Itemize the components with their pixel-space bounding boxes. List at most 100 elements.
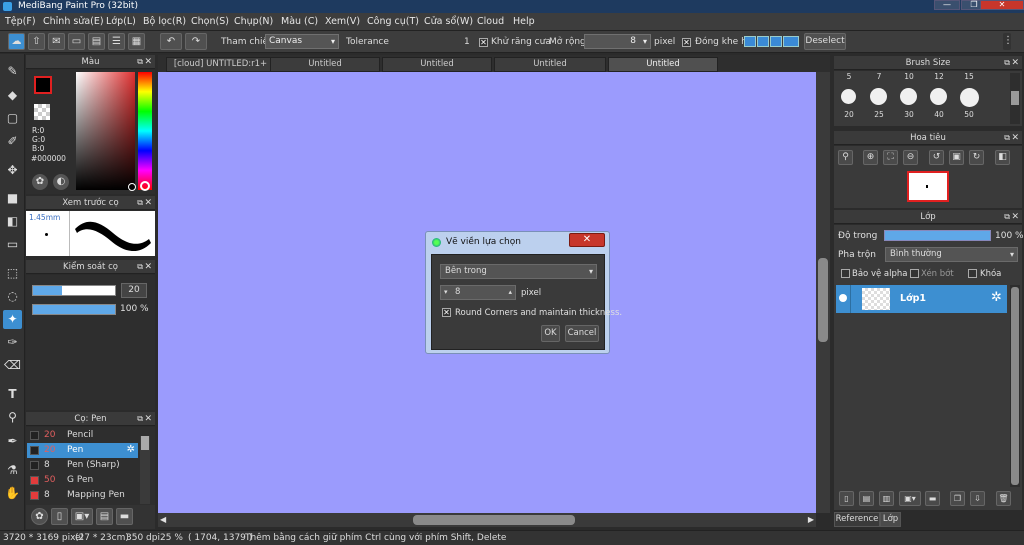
close-gap-checkbox[interactable]: ✕	[682, 38, 691, 47]
transparent-color-swatch[interactable]	[34, 104, 50, 120]
brush-item-mapping-pen[interactable]: 8 Mapping Pen	[27, 488, 138, 503]
zoom-out-icon[interactable]: ⊖	[903, 150, 918, 165]
dialog-close-button[interactable]: ✕	[569, 233, 605, 247]
select-rect-tool-icon[interactable]: ⬚	[3, 264, 22, 283]
new-layer-icon[interactable]: ▯	[839, 491, 854, 506]
text-tool-icon[interactable]: T	[3, 385, 22, 404]
menu-view[interactable]: Xem(V)	[325, 16, 360, 27]
add-brush-icon[interactable]: ▣▾	[71, 508, 93, 525]
border-position-select[interactable]: Bên trong ▾	[440, 264, 597, 279]
menu-filter[interactable]: Bộ lọc(R)	[143, 16, 186, 27]
gap-level-4[interactable]	[783, 36, 799, 47]
close-icon[interactable]: ✕	[144, 196, 152, 210]
select-pen-tool-icon[interactable]: ✑	[3, 333, 22, 352]
close-icon[interactable]: ✕	[144, 55, 152, 69]
brush-settings-icon[interactable]: ▤	[96, 508, 113, 525]
gear-icon[interactable]: ✲	[127, 444, 135, 455]
brush-size-preset[interactable]	[930, 88, 947, 105]
brush-size-slider[interactable]	[32, 285, 116, 296]
spin-down-icon[interactable]: ▾	[444, 286, 448, 299]
canvas-horizontal-scrollbar[interactable]: ◀ ▶	[158, 513, 816, 527]
new-brush-icon[interactable]: ▯	[51, 508, 68, 525]
layer-opacity-slider[interactable]	[884, 230, 991, 241]
hue-slider-knob[interactable]	[140, 181, 150, 191]
fill-rect-tool-icon[interactable]: ■	[3, 189, 22, 208]
tab-untitled-2[interactable]: Untitled	[382, 57, 492, 72]
eraser-tool-icon[interactable]: ◆	[3, 86, 22, 105]
palette-icon[interactable]: ✿	[32, 174, 48, 190]
shape-tool-icon[interactable]: ▢	[3, 109, 22, 128]
new-8bit-layer-icon[interactable]: ▥	[879, 491, 894, 506]
magic-wand-tool-icon[interactable]: ✦	[3, 310, 22, 329]
primary-color-swatch[interactable]	[34, 76, 52, 94]
tab-cloud-untitled[interactable]: [cloud] UNTITLED:r1+	[166, 57, 275, 72]
lock-checkbox[interactable]	[968, 269, 977, 278]
menu-edit[interactable]: Chỉnh sửa(E)	[43, 16, 104, 27]
vertical-scroll-thumb[interactable]	[818, 258, 828, 342]
menu-color[interactable]: Màu (C)	[281, 16, 318, 27]
brush-opacity-slider[interactable]	[32, 304, 116, 315]
new-halftone-layer-icon[interactable]: ▤	[859, 491, 874, 506]
gap-level-2[interactable]	[757, 36, 769, 47]
fit-icon[interactable]: ⛶	[883, 150, 898, 165]
menu-select[interactable]: Chọn(S)	[191, 16, 229, 27]
lasso-tool-icon[interactable]: ◌	[3, 287, 22, 306]
tab-untitled-1[interactable]: Untitled	[270, 57, 380, 72]
pin-icon[interactable]: ⧉	[137, 55, 143, 69]
select-eraser-tool-icon[interactable]: ⌫	[3, 356, 22, 375]
protect-alpha-checkbox[interactable]	[841, 269, 850, 278]
close-icon[interactable]: ✕	[1011, 210, 1019, 224]
merge-layer-icon[interactable]: ⇩	[970, 491, 985, 506]
menu-help[interactable]: Help	[513, 16, 535, 27]
color-settings-icon[interactable]: ◐	[53, 174, 69, 190]
spin-up-icon[interactable]: ▴	[508, 286, 512, 299]
brush-size-preset[interactable]	[841, 89, 856, 104]
brush-cloud-icon[interactable]: ✿	[31, 508, 48, 525]
duplicate-layer-icon[interactable]: ❐	[950, 491, 965, 506]
list-icon[interactable]: ☰	[108, 33, 125, 50]
ok-button[interactable]: OK	[541, 325, 560, 342]
trash-icon[interactable]: 🗑	[996, 491, 1011, 506]
deselect-button[interactable]: Deselect	[804, 33, 846, 50]
add-layer-menu-icon[interactable]: ▣▾	[899, 491, 921, 506]
menu-window[interactable]: Cửa sổ(W)	[424, 16, 473, 27]
reference-select[interactable]: Canvas	[265, 34, 339, 49]
rotate-left-icon[interactable]: ↺	[929, 150, 944, 165]
hue-slider[interactable]	[138, 72, 152, 191]
comment-icon[interactable]: ▭	[68, 33, 85, 50]
brush-size-preset[interactable]	[870, 88, 887, 105]
brush-item-pencil[interactable]: 20 Pencil	[27, 428, 138, 443]
close-icon[interactable]: ✕	[1011, 131, 1019, 145]
zoom-in-icon[interactable]: ⊕	[863, 150, 878, 165]
brush-item-pen-sharp[interactable]: 8 Pen (Sharp)	[27, 458, 138, 473]
folder-icon[interactable]: ▬	[116, 508, 133, 525]
pin-icon[interactable]: ⧉	[137, 196, 143, 210]
layer-row[interactable]: Lớp1 ✲	[836, 285, 1007, 313]
eyedropper-tool-icon[interactable]: ⚗	[3, 461, 22, 480]
tab-layer[interactable]: Lớp	[880, 512, 901, 527]
menu-cloud[interactable]: Cloud	[477, 16, 504, 27]
close-button[interactable]: ✕	[980, 0, 1024, 10]
brush-item-g-pen[interactable]: 50 G Pen	[27, 473, 138, 488]
document-icon[interactable]: ▤	[88, 33, 105, 50]
sv-picker-cursor[interactable]	[128, 183, 136, 191]
expand-input[interactable]: 8	[584, 34, 651, 49]
flip-icon[interactable]: ◧	[995, 150, 1010, 165]
actual-size-icon[interactable]: ▣	[949, 150, 964, 165]
operation-tool-icon[interactable]: ⚲	[3, 408, 22, 427]
cancel-button[interactable]: Cancel	[565, 325, 599, 342]
scroll-right-icon[interactable]: ▶	[808, 515, 814, 524]
close-icon[interactable]: ✕	[144, 260, 152, 274]
move-tool-icon[interactable]: ✥	[3, 161, 22, 180]
grid-icon[interactable]: ▦	[128, 33, 145, 50]
gap-level-3[interactable]	[770, 36, 782, 47]
menu-layer[interactable]: Lớp(L)	[106, 16, 136, 27]
saturation-value-picker[interactable]	[76, 72, 136, 191]
round-corners-checkbox[interactable]: ✕	[442, 308, 451, 317]
horizontal-scroll-thumb[interactable]	[413, 515, 575, 525]
close-icon[interactable]: ✕	[144, 412, 152, 426]
chat-icon[interactable]: ✉	[48, 33, 65, 50]
brush-item-pen[interactable]: 20 Pen ✲	[27, 443, 138, 458]
layer-list-scroll-thumb[interactable]	[1011, 287, 1019, 485]
tab-untitled-4[interactable]: Untitled	[608, 57, 718, 72]
